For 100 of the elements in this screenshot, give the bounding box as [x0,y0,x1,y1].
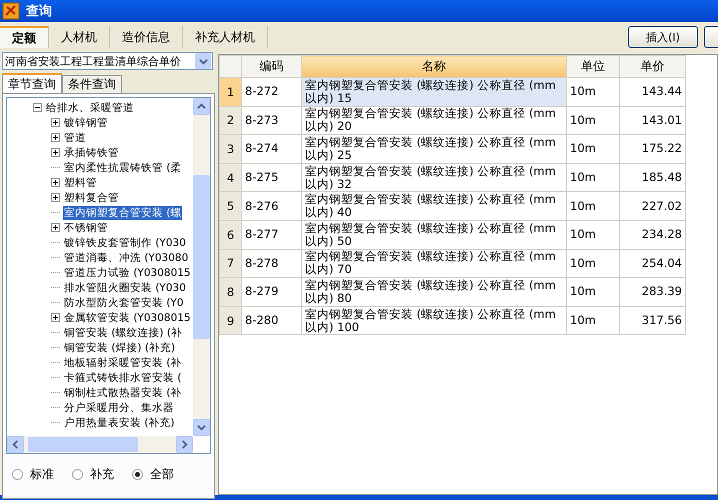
radio-button[interactable] [132,469,143,480]
table-cell: 室内钢塑复合管安装 (螺纹连接) 公称直径 (mm以内) 15 [302,78,566,106]
table-cell: 室内钢塑复合管安装 (螺纹连接) 公称直径 (mm以内) 50 [302,220,566,250]
chevron-left-icon [11,440,20,449]
tree-item[interactable]: 卡箍式铸铁排水管安装 ( [63,370,182,384]
tree-item[interactable]: 地板辐射采暖管安装 (补 [63,356,182,370]
table-cell: 10m [566,278,620,306]
radio-label: 标准 [30,466,54,483]
row-header[interactable]: 8 [220,278,242,306]
table-cell: 234.28 [620,220,686,250]
table-cell: 室内钢塑复合管安装 (螺纹连接) 公称直径 (mm以内) 32 [302,163,566,192]
column-header[interactable]: 单价 [620,56,686,78]
tree-item[interactable]: 铜管安装 (螺纹连接) (补 [63,326,183,340]
tab[interactable]: 定额 [0,26,49,48]
expand-icon[interactable] [51,178,60,187]
row-header[interactable]: 2 [220,106,242,135]
radio-label: 补充 [90,466,114,483]
tab[interactable]: 条件查询 [62,75,122,93]
tree-item[interactable]: 塑料管 [63,176,98,190]
table-cell: 室内钢塑复合管安装 (螺纹连接) 公称直径 (mm以内) 80 [302,278,566,306]
row-header[interactable]: 1 [220,78,242,106]
table-cell: 8-280 [242,306,302,335]
vertical-scrollbar[interactable] [193,98,210,436]
table-cell: 室内钢塑复合管安装 (螺纹连接) 公称直径 (mm以内) 25 [302,134,566,164]
tree-item[interactable]: 管道消毒、冲洗 (Y03080 [63,250,190,264]
table-cell: 10m [566,78,620,106]
corner-cell [220,56,242,78]
table-cell: 283.39 [620,278,686,306]
row-header[interactable]: 3 [220,134,242,164]
library-select[interactable]: 河南省安装工程工程量清单综合单价 [2,52,213,70]
table-cell: 10m [566,220,620,250]
radio-button[interactable] [12,469,23,480]
table-cell: 10m [566,134,620,164]
tree-item[interactable]: 管道压力试验 (Y0308015 [63,266,192,280]
table-cell: 8-276 [242,192,302,220]
table-cell: 10m [566,249,620,278]
row-header[interactable]: 6 [220,220,242,250]
table-cell: 8-272 [242,78,302,106]
button[interactable] [704,26,718,48]
table-cell: 8-279 [242,278,302,306]
table-cell: 10m [566,306,620,335]
table-cell: 室内钢塑复合管安装 (螺纹连接) 公称直径 (mm以内) 70 [302,249,566,278]
table-cell: 143.44 [620,78,686,106]
radio-label: 全部 [150,466,174,483]
table-cell: 室内钢塑复合管安装 (螺纹连接) 公称直径 (mm以内) 100 [302,306,566,335]
tree-item[interactable]: 室内钢塑复合管安装 (螺 [63,206,182,220]
tab[interactable]: 章节查询 [2,73,62,93]
tree-item[interactable]: 钢制柱式散热器安装 (补 [63,386,182,400]
expand-icon[interactable] [51,223,60,232]
tree-item[interactable]: 防水型防火套管安装 (Y0 [63,296,185,310]
table-cell: 8-277 [242,220,302,250]
expand-icon[interactable] [51,193,60,202]
tree-item[interactable]: 塑料复合管 [63,190,120,204]
row-header[interactable]: 9 [220,306,242,335]
table-cell: 10m [566,192,620,220]
table-cell: 10m [566,163,620,192]
table-cell: 8-278 [242,249,302,278]
column-header[interactable]: 单位 [566,56,620,78]
table-cell: 室内钢塑复合管安装 (螺纹连接) 公称直径 (mm以内) 40 [302,192,566,220]
tree-item[interactable]: 管道 [63,130,87,144]
insert-button[interactable]: 插入(I) [628,26,698,48]
expand-icon[interactable] [51,148,60,157]
tree-item[interactable]: 镀锌铁皮套管制作 (Y030 [63,236,187,250]
radio-button[interactable] [72,469,83,480]
table-cell: 8-273 [242,106,302,135]
collapse-icon[interactable] [33,103,42,112]
table-cell: 10m [566,106,620,135]
tree-item[interactable]: 不锈钢管 [63,220,109,234]
column-header[interactable]: 名称 [302,56,566,78]
tree-item[interactable]: 给排水、采暖管道 [45,100,135,114]
row-header[interactable]: 5 [220,192,242,220]
tree-item[interactable]: 户用热量表安装 (补充) [63,416,176,430]
horizontal-scrollbar[interactable] [7,436,193,453]
table-cell: 8-274 [242,134,302,164]
expand-icon[interactable] [51,118,60,127]
expand-icon[interactable] [51,313,60,322]
tree-item[interactable]: 镀锌钢管 [63,116,109,130]
table-cell: 185.48 [620,163,686,192]
tree-item[interactable]: 承插铸铁管 [63,146,120,160]
app-icon [2,2,20,20]
tree-item[interactable]: 室内柔性抗震铸铁管 (柔 [63,160,182,174]
tree-item[interactable]: 金属软管安装 (Y0308015 [63,310,192,324]
tree-item[interactable]: 铜管安装 (焊接) (补充) [63,340,176,354]
tree-item[interactable]: 分户采暖用分、集水器 [63,400,175,414]
table-cell: 8-275 [242,163,302,192]
chevron-right-icon [180,440,189,449]
table-cell: 317.56 [620,306,686,335]
table-cell: 室内钢塑复合管安装 (螺纹连接) 公称直径 (mm以内) 20 [302,106,566,135]
chevron-down-icon [198,56,208,66]
table-cell: 175.22 [620,134,686,164]
expand-icon[interactable] [51,133,60,142]
table-cell: 227.02 [620,192,686,220]
tree-item[interactable]: 排水管阻火圈安装 (Y030 [63,280,187,294]
table-cell: 143.01 [620,106,686,135]
row-header[interactable]: 7 [220,249,242,278]
chevron-up-icon [197,102,206,111]
column-header[interactable]: 编码 [242,56,302,78]
table-cell: 254.04 [620,249,686,278]
row-header[interactable]: 4 [220,163,242,192]
window-title: 查询 [26,3,52,20]
